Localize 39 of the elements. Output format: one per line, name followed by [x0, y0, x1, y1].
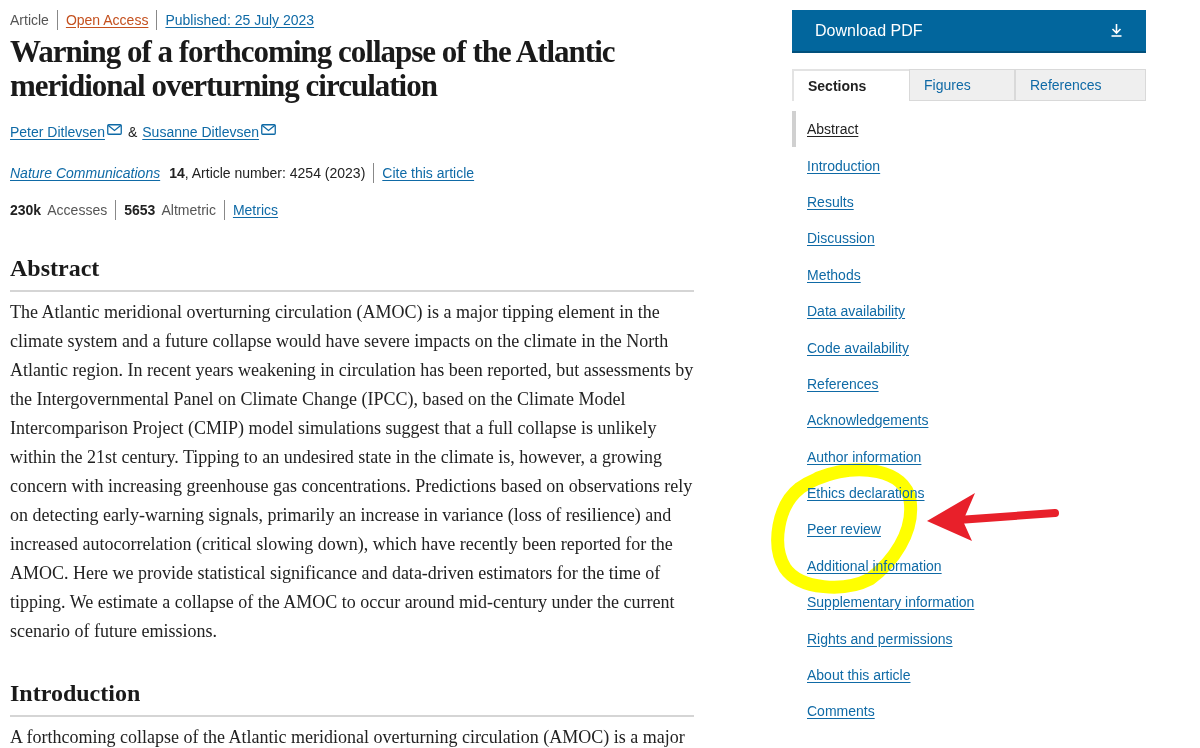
- metric: 230k Accesses: [10, 201, 108, 220]
- section-link[interactable]: Author information: [807, 446, 922, 467]
- mail-icon: [106, 123, 122, 135]
- author-link[interactable]: Susanne Ditlevsen: [142, 122, 260, 142]
- download-icon: [1111, 24, 1122, 37]
- download-pdf-button[interactable]: Download PDF: [792, 10, 1146, 53]
- sidebar-tab[interactable]: Sections: [792, 69, 909, 101]
- volume-article-number: 14, Article number: 4254 (2023): [169, 164, 366, 183]
- section-link[interactable]: About this article: [807, 665, 911, 686]
- published-date-link[interactable]: Published: 25 July 2023: [165, 10, 315, 30]
- sidebar-tab[interactable]: Figures: [909, 69, 1015, 101]
- section-link[interactable]: References: [807, 373, 879, 394]
- author-separator: &: [127, 123, 138, 142]
- section-link[interactable]: Code availability: [807, 337, 909, 358]
- section-link[interactable]: Rights and permissions: [807, 628, 953, 649]
- article-title: Warning of a forthcoming collapse of the Atlantic meridional overturning circulation: [10, 35, 616, 103]
- section-link[interactable]: Introduction: [807, 155, 881, 176]
- cite-article-link[interactable]: Cite this article: [382, 163, 475, 183]
- section-paragraph: A forthcoming collapse of the Atlantic meridional overturning circulation (AMOC) is a major: [10, 726, 686, 748]
- section-link[interactable]: Discussion: [807, 228, 875, 249]
- section-link[interactable]: Results: [807, 191, 854, 212]
- open-access-link[interactable]: Open Access: [65, 10, 149, 30]
- section-link[interactable]: Peer review: [807, 519, 881, 540]
- metric: 5653 Altmetric: [124, 201, 216, 220]
- article-type: Article: [10, 11, 49, 30]
- section-link[interactable]: Acknowledgements: [807, 410, 929, 431]
- author-link[interactable]: Peter Ditlevsen: [10, 122, 105, 142]
- section-heading: Abstract: [10, 254, 100, 283]
- section-link[interactable]: Comments: [807, 701, 875, 722]
- section-heading: Introduction: [10, 679, 141, 708]
- section-link[interactable]: Methods: [807, 264, 861, 285]
- journal-link[interactable]: Nature Communications: [10, 163, 161, 183]
- mail-icon: [261, 123, 277, 135]
- section-link[interactable]: Data availability: [807, 301, 906, 322]
- section-link[interactable]: Abstract: [792, 111, 859, 148]
- section-link[interactable]: Supplementary information: [807, 592, 975, 613]
- section-paragraph: The Atlantic meridional overturning circulation (AMOC) is a major tipping element in the climate system and a future collapse would have severe impacts on the climate in the North Atlantic region. In recent years weakening in circulation has been reported, but assessments by the Intergovernmental Panel on Climate Change (IPCC), based on the Climate Model Intercomparison Project (CMIP) model simulations suggest that a full collapse is unlikely within the 21st century. Tipping to an undesired state in the climate is, however, a growing concern with increasing greenhouse gas concentrations. Predictions based on observations rely on detecting early-warning signals, primarily an increase in variance (loss of resilience) and increased autocorrelation (critical slowing down), which have recently been reported for the AMOC. Here we provide statistical significance and data-driven estimators for the time of tipping. We estimate a collapse of the AMOC to occur around mid-century under the current scenario of future emissions.: [10, 301, 694, 643]
- sidebar-tab[interactable]: References: [1015, 69, 1146, 101]
- metrics-link[interactable]: Metrics: [232, 200, 279, 220]
